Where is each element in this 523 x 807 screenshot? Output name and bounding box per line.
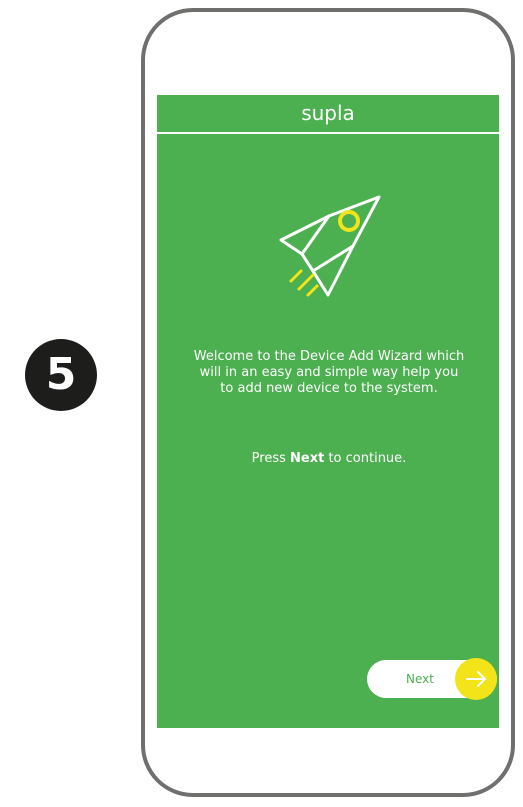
wizard-screen: supla Welcome to the Device Add Wizard w…	[157, 95, 499, 728]
rocket-icon	[275, 191, 385, 303]
welcome-message: Welcome to the Device Add Wizard which w…	[193, 349, 465, 396]
next-button[interactable]: Next	[367, 658, 497, 700]
continue-instruction: Press Next to continue.	[193, 451, 465, 467]
instruction-next-emphasis: Next	[290, 451, 325, 466]
app-header-title: supla	[157, 95, 499, 134]
arrow-right-icon[interactable]	[455, 658, 497, 700]
step-number-badge: 5	[25, 339, 97, 411]
instruction-prefix: Press	[251, 451, 291, 466]
instruction-suffix: to continue.	[324, 451, 407, 466]
